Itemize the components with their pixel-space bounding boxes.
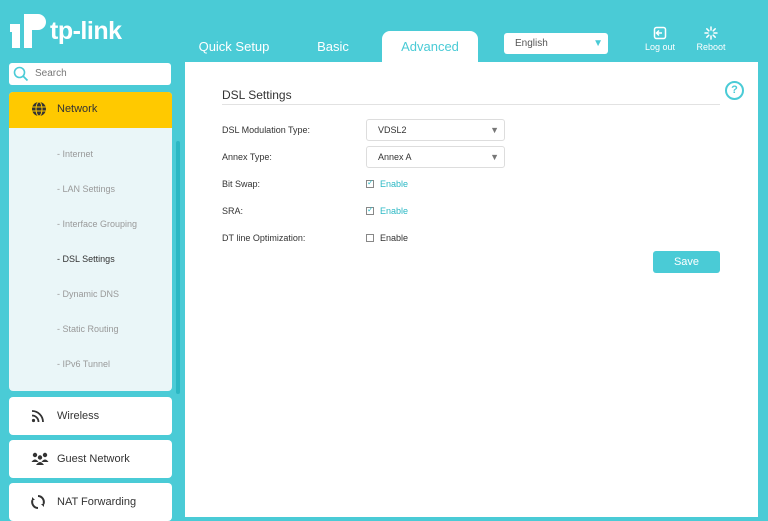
help-icon[interactable]: ?: [725, 81, 744, 100]
globe-icon: [32, 101, 46, 117]
reboot-button[interactable]: Reboot: [689, 26, 733, 52]
sidebar-subitem-internet[interactable]: - Internet: [57, 149, 93, 159]
dtline-option[interactable]: Enable: [380, 233, 408, 243]
tab-quick-setup[interactable]: Quick Setup: [194, 31, 274, 62]
sidebar-subitem-interface-grouping[interactable]: - Interface Grouping: [57, 219, 137, 229]
main-panel: DSL Settings ? DSL Modulation Type: VDSL…: [185, 62, 758, 517]
sidebar-item-guest-network[interactable]: Guest Network: [9, 440, 172, 478]
dtline-label: DT line Optimization:: [222, 233, 306, 243]
sidebar-scrollbar[interactable]: [176, 141, 180, 394]
tab-advanced[interactable]: Advanced: [382, 31, 478, 62]
modulation-label: DSL Modulation Type:: [222, 125, 311, 135]
sidebar-item-label: NAT Forwarding: [57, 496, 137, 508]
logo-text: tp-link: [50, 16, 122, 45]
tp-link-logo: tp-link: [8, 12, 122, 50]
language-select[interactable]: English ▼: [504, 33, 608, 54]
dtline-checkbox[interactable]: [366, 234, 374, 242]
logout-icon: [653, 26, 667, 40]
logout-label: Log out: [644, 42, 676, 52]
modulation-value: VDSL2: [378, 125, 407, 135]
search-input[interactable]: Search: [9, 63, 171, 85]
chevron-down-icon: ▼: [490, 125, 499, 135]
sidebar-subitem-dynamic-dns[interactable]: - Dynamic DNS: [57, 289, 119, 299]
sra-option[interactable]: Enable: [380, 206, 408, 216]
sidebar-subitem-lan-settings[interactable]: - LAN Settings: [57, 184, 115, 194]
section-divider: [222, 104, 720, 105]
network-menu: Network - Internet - LAN Settings - Inte…: [9, 92, 172, 391]
language-value: English: [515, 38, 548, 49]
nat-forwarding-icon: [31, 495, 45, 509]
bitswap-label: Bit Swap:: [222, 179, 261, 189]
tp-link-logo-icon: [10, 14, 46, 48]
search-placeholder: Search: [35, 68, 67, 79]
sidebar-item-network[interactable]: Network: [9, 92, 172, 128]
sidebar-item-wireless[interactable]: Wireless: [9, 397, 172, 435]
sidebar-subitem-ipv6-tunnel[interactable]: - IPv6 Tunnel: [57, 359, 110, 369]
chevron-down-icon: ▼: [593, 38, 603, 49]
reboot-label: Reboot: [696, 42, 726, 52]
tab-basic[interactable]: Basic: [303, 31, 363, 62]
sra-checkbox[interactable]: [366, 205, 374, 215]
sra-label: SRA:: [222, 206, 244, 216]
annex-select[interactable]: Annex A ▼: [366, 146, 505, 168]
sidebar-item-nat-forwarding[interactable]: NAT Forwarding: [9, 483, 172, 521]
sidebar-item-label: Guest Network: [57, 453, 130, 465]
bitswap-checkbox[interactable]: [366, 178, 374, 188]
section-title: DSL Settings: [222, 88, 292, 102]
search-icon: [13, 66, 29, 82]
chevron-down-icon: ▼: [490, 152, 499, 162]
reboot-icon: [704, 26, 718, 40]
save-button[interactable]: Save: [653, 251, 720, 273]
sidebar: Search Network - Internet - LAN Settings…: [0, 62, 185, 521]
sidebar-subitem-static-routing[interactable]: - Static Routing: [57, 324, 119, 334]
sidebar-item-label: Wireless: [57, 410, 100, 422]
guest-network-icon: [31, 452, 49, 465]
sidebar-item-label: Network: [57, 103, 98, 115]
bitswap-option[interactable]: Enable: [380, 179, 408, 189]
logout-button[interactable]: Log out: [638, 26, 682, 52]
modulation-select[interactable]: VDSL2 ▼: [366, 119, 505, 141]
wireless-icon: [31, 410, 44, 423]
annex-value: Annex A: [378, 152, 412, 162]
sidebar-subitem-dsl-settings[interactable]: - DSL Settings: [57, 254, 115, 264]
annex-label: Annex Type:: [222, 152, 272, 162]
